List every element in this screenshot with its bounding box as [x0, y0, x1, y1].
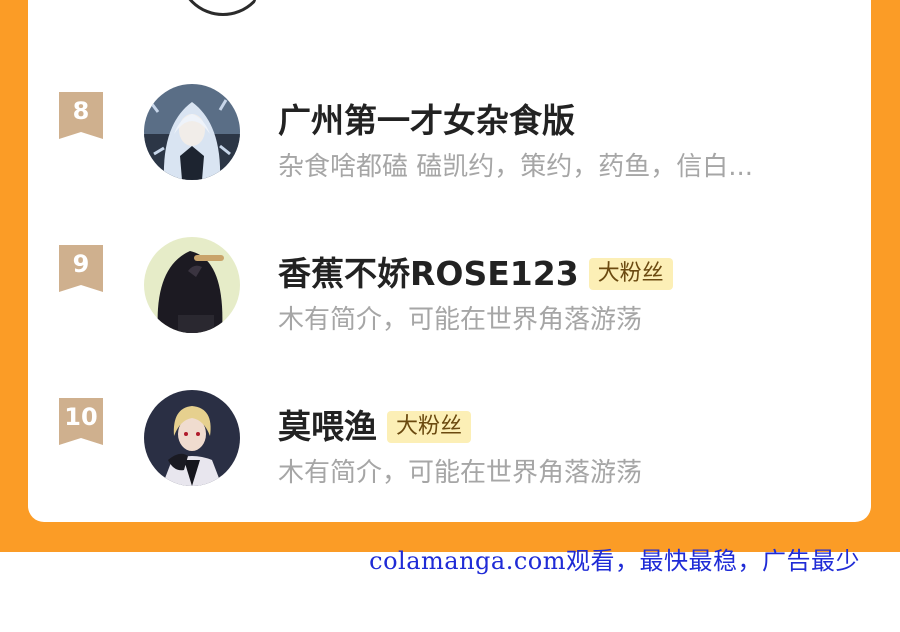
ranking-row[interactable]: 10 莫喂渔 大粉丝 木有简介，可能在世界角落游荡: [28, 366, 871, 488]
rank-badge: 9: [59, 245, 103, 292]
rank-number: 9: [72, 250, 90, 278]
ranking-row[interactable]: 9 香蕉不娇ROSE123 大粉丝 木有简介，可能在世界角落游荡: [28, 213, 871, 335]
previous-avatar-partial: [182, 0, 258, 26]
rank-number: 10: [64, 403, 98, 431]
fan-level-tag: 大粉丝: [387, 411, 472, 443]
blond-anime-boy-avatar[interactable]: [144, 390, 240, 486]
user-description: 杂食啥都磕 磕凯约，策约，药鱼，信白...: [278, 152, 754, 182]
site-watermark: colamanga.com观看，最快最稳，广告最少: [369, 547, 860, 575]
rank-badge: 8: [59, 92, 103, 139]
fan-ranking-card: 8 广州第一才女杂食版 杂食啥都磕 磕凯约，策约，药鱼，信白... 9 香蕉不娇…: [28, 0, 871, 522]
ranking-row[interactable]: 8 广州第一才女杂食版 杂食啥都磕 磕凯约，策约，药鱼，信白...: [28, 60, 871, 182]
rank-number: 8: [72, 97, 90, 125]
user-description: 木有简介，可能在世界角落游荡: [278, 458, 643, 488]
user-name[interactable]: 香蕉不娇ROSE123: [278, 253, 579, 295]
dark-haired-girl-avatar[interactable]: [144, 237, 240, 333]
user-name[interactable]: 广州第一才女杂食版: [278, 100, 575, 142]
user-description: 木有简介，可能在世界角落游荡: [278, 305, 643, 335]
user-name[interactable]: 莫喂渔: [278, 406, 377, 448]
rank-badge: 10: [59, 398, 103, 445]
white-haired-anime-girl-avatar[interactable]: [144, 84, 240, 180]
fan-level-tag: 大粉丝: [588, 258, 673, 290]
